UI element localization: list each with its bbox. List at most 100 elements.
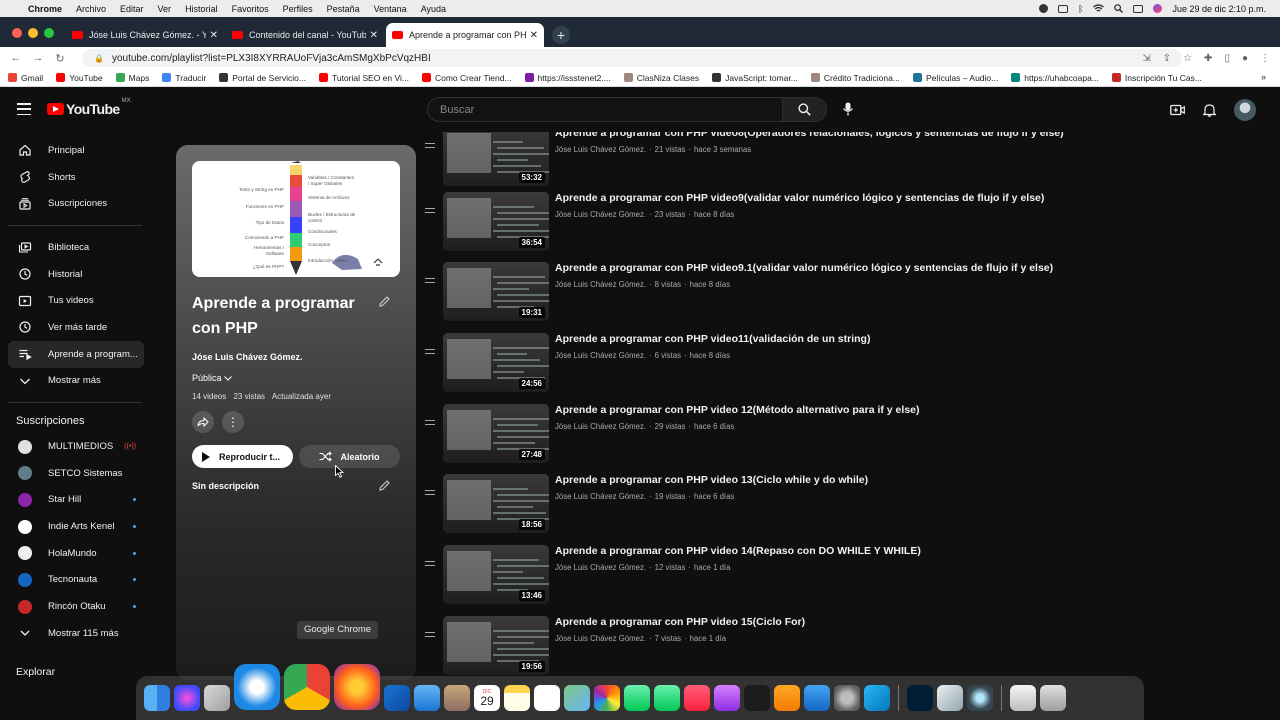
video-thumbnail[interactable]: 53:32 (443, 132, 549, 186)
shuffle-button[interactable]: Aleatorio (299, 445, 400, 468)
drag-handle-icon[interactable] (425, 632, 435, 640)
video-thumbnail[interactable]: 19:31 (443, 262, 549, 321)
close-tab-icon[interactable]: ✕ (530, 30, 538, 41)
url-field[interactable]: 🔒 youtube.com/playlist?list=PLX3I8XYRRAU… (82, 49, 1182, 67)
bookmark-item[interactable]: Películas – Audio... (912, 73, 998, 83)
playlist-video-row[interactable]: 13:46 Aprende a programar con PHP video 1… (420, 545, 1280, 615)
video-thumbnail[interactable]: 27:48 (443, 404, 549, 463)
drag-handle-icon[interactable] (425, 490, 435, 498)
bookmark-item[interactable]: Tutorial SEO en Vi... (318, 73, 409, 83)
lock-icon[interactable]: 🔒 (94, 54, 104, 63)
bookmark-item[interactable]: Inscripción Tu Cas... (1111, 73, 1202, 83)
clock[interactable]: Jue 29 de dic 2:10 p.m. (1172, 4, 1266, 14)
play-all-button[interactable]: Reproducir t... (192, 445, 293, 468)
edit-description-icon[interactable] (378, 479, 391, 492)
utility-icon[interactable] (937, 685, 963, 711)
subscription-item[interactable]: HolaMundo (8, 540, 144, 567)
siri-icon[interactable] (1153, 4, 1163, 13)
outlook-icon[interactable] (384, 685, 410, 711)
menu-editar[interactable]: Editar (120, 4, 144, 14)
microphone-icon[interactable] (840, 101, 856, 117)
search-button[interactable] (782, 98, 826, 121)
video-channel[interactable]: Jóse Luis Chávez Gómez. (555, 422, 646, 431)
close-tab-icon[interactable]: ✕ (210, 30, 218, 41)
maps-icon[interactable] (564, 685, 590, 711)
video-thumbnail[interactable]: 36:54 (443, 192, 549, 251)
playlist-video-row[interactable]: 19:56 Aprende a programar con PHP video 1… (420, 616, 1280, 680)
search-box[interactable]: Buscar (427, 97, 827, 122)
bookmark-item[interactable]: Como Crear Tiend... (421, 73, 512, 83)
bookmark-item[interactable]: Portal de Servicio... (219, 73, 306, 83)
video-title[interactable]: Aprende a programar con PHP video9.1(val… (555, 262, 1053, 274)
close-tab-icon[interactable]: ✕ (370, 30, 378, 41)
control-center-icon[interactable] (1133, 4, 1144, 13)
menu-ayuda[interactable]: Ayuda (421, 4, 446, 14)
video-thumbnail[interactable]: 19:56 (443, 616, 549, 675)
siri-icon[interactable] (174, 685, 200, 711)
podcasts-icon[interactable] (714, 685, 740, 711)
sidebar-item[interactable]: Biblioteca (8, 234, 144, 261)
photoshop-icon[interactable] (907, 685, 933, 711)
trash-icon[interactable] (1040, 685, 1066, 711)
menu-chrome[interactable]: Chrome (28, 4, 62, 14)
back-icon[interactable]: ← (10, 52, 22, 64)
network-icon[interactable] (967, 685, 993, 711)
reminders-icon[interactable] (534, 685, 560, 711)
zoom-window-button[interactable] (44, 28, 54, 38)
subscription-item[interactable]: Indie Arts Kenel (8, 513, 144, 540)
video-title[interactable]: Aprende a programar con PHP video 14(Rep… (555, 545, 921, 557)
drag-handle-icon[interactable] (425, 561, 435, 569)
playlist-owner[interactable]: Jóse Luis Chávez Gómez. (192, 352, 303, 362)
reload-icon[interactable]: ↻ (54, 52, 66, 65)
video-channel[interactable]: Jóse Luis Chávez Gómez. (555, 351, 646, 360)
side-panel-icon[interactable]: ▯ (1224, 53, 1230, 64)
install-icon[interactable]: ⇲ (1142, 53, 1150, 64)
video-channel[interactable]: Jóse Luis Chávez Gómez. (555, 280, 646, 289)
vscode-icon[interactable] (864, 685, 890, 711)
show-more-subscriptions[interactable]: Mostrar 115 más (8, 620, 144, 647)
sidebar-item[interactable]: Ver más tarde (8, 314, 144, 341)
firefox-icon[interactable] (334, 664, 380, 710)
close-window-button[interactable] (12, 28, 22, 38)
record-icon[interactable] (1039, 4, 1049, 13)
subscription-item[interactable]: Tecnonauta (8, 567, 144, 594)
books-icon[interactable] (774, 685, 800, 711)
photos-icon[interactable] (594, 685, 620, 711)
bookmark-item[interactable]: https://issstenet2.... (524, 73, 611, 83)
messages-icon[interactable] (624, 685, 650, 711)
video-thumbnail[interactable]: 24:56 (443, 333, 549, 392)
bookmark-item[interactable]: Maps (115, 73, 149, 83)
drag-handle-icon[interactable] (425, 420, 435, 428)
edit-title-icon[interactable] (378, 295, 391, 308)
music-icon[interactable] (684, 685, 710, 711)
subscription-item[interactable]: Rincón Otaku (8, 593, 144, 620)
playlist-video-row[interactable]: 19:31 Aprende a programar con PHP video9.… (420, 262, 1280, 332)
drag-handle-icon[interactable] (425, 208, 435, 216)
video-channel[interactable]: Jóse Luis Chávez Gómez. (555, 634, 646, 643)
subscription-item[interactable]: MULTIMEDIOS ((•)) (8, 433, 144, 460)
wifi-icon[interactable] (1093, 4, 1105, 13)
guide-menu-icon[interactable] (17, 103, 31, 115)
facetime-icon[interactable] (654, 685, 680, 711)
safari-icon[interactable] (234, 664, 280, 710)
menu-perfiles[interactable]: Perfiles (283, 4, 313, 14)
video-title[interactable]: Aprende a programar con PHP video 15(Cic… (555, 616, 805, 628)
bookmark-item[interactable]: JavaScript: tomar... (712, 73, 798, 83)
spotlight-search-icon[interactable] (1114, 4, 1124, 13)
youtube-logo[interactable]: YouTube MX (47, 98, 131, 117)
notifications-bell-icon[interactable] (1203, 103, 1216, 117)
extensions-icon[interactable]: ✚ (1204, 53, 1212, 64)
menu-historial[interactable]: Historial (185, 4, 218, 14)
share-icon[interactable]: ⇪ (1163, 53, 1171, 64)
bluetooth-icon[interactable]: ᛒ (1078, 4, 1083, 14)
minimize-window-button[interactable] (28, 28, 38, 38)
video-thumbnail[interactable]: 13:46 (443, 545, 549, 604)
browser-tab-content[interactable]: Contenido del canal - YouTube ✕ (226, 23, 384, 47)
new-tab-button[interactable]: + (552, 26, 570, 44)
sidebar-item[interactable]: Tus videos (8, 287, 144, 314)
video-title[interactable]: Aprende a programar con PHP video9(valid… (555, 192, 1044, 204)
app-store-icon[interactable] (804, 685, 830, 711)
playlist-thumbnail[interactable]: Variables / Constantes / Super Globales Te… (192, 161, 400, 277)
launchpad-icon[interactable] (204, 685, 230, 711)
browser-tab-channel[interactable]: Jóse Luis Chávez Gómez. - Yo ✕ (66, 23, 224, 47)
